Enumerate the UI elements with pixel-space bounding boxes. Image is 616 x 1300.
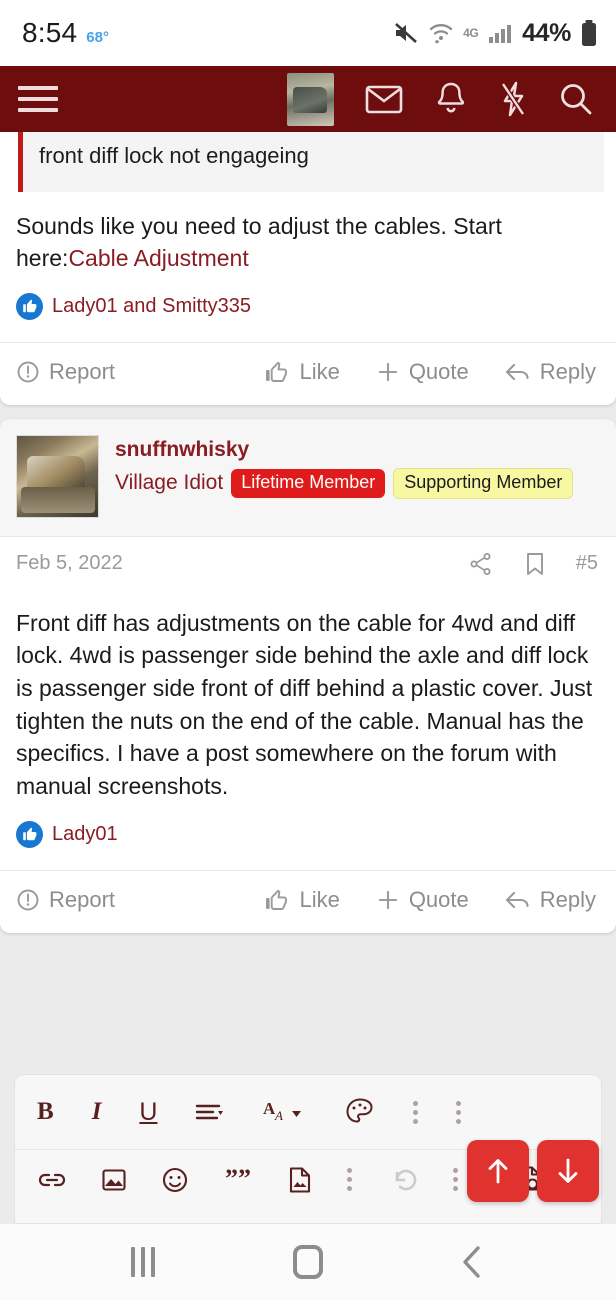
battery-icon xyxy=(580,19,598,47)
svg-text:””: ”” xyxy=(225,1168,251,1192)
undo-icon[interactable] xyxy=(391,1168,423,1192)
app-root: 8:54 68° 4G 44% front diff lock not enga… xyxy=(0,0,616,1300)
reply-label: Reply xyxy=(539,886,596,912)
more-options-icon[interactable] xyxy=(453,1168,458,1191)
avatar[interactable] xyxy=(16,434,99,518)
status-badge-supporting: Supporting Member xyxy=(393,468,574,499)
like-label: Like xyxy=(299,886,340,912)
reply-button[interactable]: Reply xyxy=(505,359,596,385)
quote-label: Quote xyxy=(408,358,469,384)
reply-button[interactable]: Reply xyxy=(505,887,596,913)
temperature: 68° xyxy=(86,29,109,46)
post-b-like-names[interactable]: Lady01 xyxy=(52,823,118,846)
color-palette-icon[interactable] xyxy=(345,1097,375,1127)
insert-image-icon[interactable] xyxy=(101,1167,127,1193)
back-chevron-icon[interactable] xyxy=(438,1227,508,1297)
report-label: Report xyxy=(49,358,116,384)
quote-button[interactable]: Quote xyxy=(376,359,469,385)
hamburger-menu-icon[interactable] xyxy=(18,86,58,112)
bold-icon[interactable]: B xyxy=(37,1098,54,1126)
post-card-b: snuffnwhisky Village Idiot Lifetime Memb… xyxy=(0,418,616,933)
battery-percent-label: 44% xyxy=(522,18,571,47)
username-link[interactable]: snuffnwhisky xyxy=(115,437,573,463)
text-align-icon[interactable] xyxy=(195,1101,225,1123)
status-badge-lifetime: Lifetime Member xyxy=(231,469,386,498)
post-b-body: Front diff has adjustments on the cable … xyxy=(16,609,593,800)
like-button[interactable]: Like xyxy=(264,886,340,913)
mute-icon xyxy=(393,21,419,45)
status-bar-left: 8:54 68° xyxy=(22,17,109,49)
header-icon-group xyxy=(287,72,594,126)
signal-icon xyxy=(487,22,513,44)
user-title: Village Idiot xyxy=(115,471,224,495)
arrow-down-icon xyxy=(558,1158,578,1183)
lightning-icon[interactable] xyxy=(498,80,528,118)
mail-icon[interactable] xyxy=(364,82,404,116)
svg-text:A: A xyxy=(274,1108,283,1123)
report-button[interactable]: Report xyxy=(16,359,115,385)
post-gap xyxy=(0,405,616,419)
user-avatar-thumbnail[interactable] xyxy=(287,72,334,126)
emoji-icon[interactable] xyxy=(161,1166,189,1194)
status-bar-right: 4G 44% xyxy=(393,19,598,48)
post-b-user-meta: snuffnwhisky Village Idiot Lifetime Memb… xyxy=(115,435,574,518)
post-b-meta-row: Feb 5, 2022 #5 xyxy=(0,535,616,589)
bookmark-icon[interactable] xyxy=(524,551,546,577)
thumbs-up-icon xyxy=(16,820,43,848)
bell-icon[interactable] xyxy=(434,81,468,117)
post-b-header: snuffnwhisky Village Idiot Lifetime Memb… xyxy=(0,418,616,536)
more-options-icon[interactable] xyxy=(347,1168,352,1191)
like-label: Like xyxy=(299,358,340,384)
network-type-label: 4G xyxy=(463,26,479,40)
post-meta-icons: #5 xyxy=(468,551,598,577)
link-icon[interactable] xyxy=(37,1169,67,1191)
cable-adjustment-link[interactable]: Cable Adjustment xyxy=(68,245,248,271)
post-date[interactable]: Feb 5, 2022 xyxy=(16,552,123,575)
thumbs-up-icon xyxy=(16,292,43,320)
more-options-icon[interactable] xyxy=(456,1100,462,1124)
quote-label: Quote xyxy=(408,886,469,912)
post-a-body: Sounds like you need to adjust the cable… xyxy=(0,192,616,279)
user-title-row: Village Idiot Lifetime Member Supporting… xyxy=(115,468,574,499)
post-b-likes-row: Lady01 xyxy=(0,807,616,870)
font-size-icon[interactable]: AA xyxy=(263,1099,307,1125)
scroll-down-button[interactable] xyxy=(537,1140,599,1202)
post-a-likes-row: Lady01 and Smitty335 xyxy=(0,279,616,342)
reply-label: Reply xyxy=(539,358,596,384)
home-icon[interactable] xyxy=(273,1227,343,1297)
share-icon[interactable] xyxy=(468,551,494,577)
like-button[interactable]: Like xyxy=(264,358,340,385)
status-bar: 8:54 68° 4G 44% xyxy=(0,0,616,66)
wifi-icon xyxy=(428,21,454,45)
more-options-icon[interactable] xyxy=(413,1100,419,1124)
post-card-a: front diff lock not engageing Sounds lik… xyxy=(0,132,616,405)
underline-icon[interactable]: U xyxy=(139,1098,157,1127)
quoted-post-wrapper: front diff lock not engageing xyxy=(0,132,616,192)
italic-icon[interactable]: I xyxy=(92,1098,102,1126)
quoted-post-block[interactable]: front diff lock not engageing xyxy=(18,132,604,192)
android-nav-bar xyxy=(0,1224,616,1300)
post-a-like-names[interactable]: Lady01 and Smitty335 xyxy=(52,295,251,318)
blockquote-icon[interactable]: ”” xyxy=(223,1168,253,1192)
recents-icon[interactable] xyxy=(108,1227,178,1297)
post-b-action-bar: Report Like Quote Reply xyxy=(0,869,616,933)
post-a-action-bar: Report Like Quote Reply xyxy=(0,341,616,405)
clock: 8:54 xyxy=(22,17,78,48)
report-button[interactable]: Report xyxy=(16,887,115,913)
quoted-post-title: front diff lock not engageing xyxy=(39,143,309,168)
arrow-up-icon xyxy=(488,1159,508,1184)
quote-button[interactable]: Quote xyxy=(376,887,469,913)
report-label: Report xyxy=(49,886,116,912)
attach-media-icon[interactable] xyxy=(287,1166,313,1194)
app-header xyxy=(0,66,616,132)
post-number[interactable]: #5 xyxy=(576,552,598,575)
editor-toolbar-row-1: B I U AA xyxy=(15,1075,601,1149)
search-icon[interactable] xyxy=(558,81,594,117)
scroll-up-button[interactable] xyxy=(467,1140,529,1202)
